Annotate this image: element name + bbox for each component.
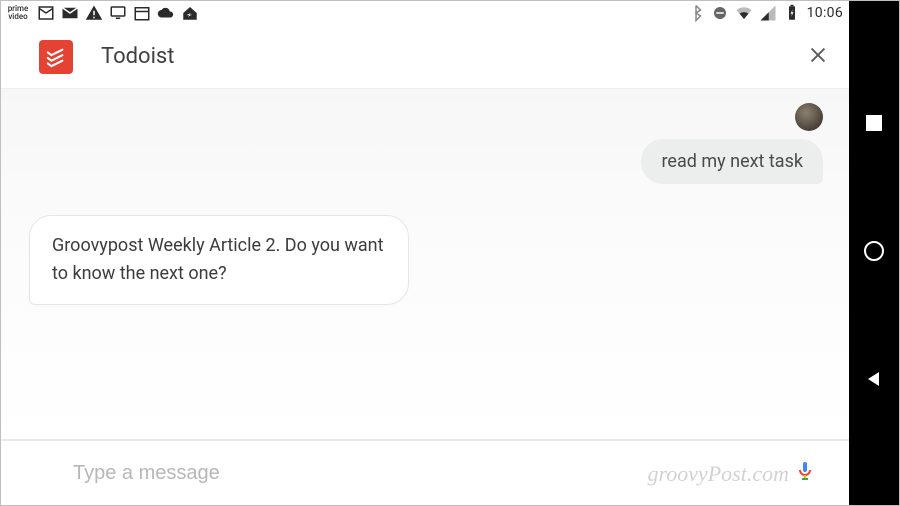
mic-icon bbox=[793, 459, 817, 487]
circle-icon bbox=[863, 240, 885, 266]
warning-icon bbox=[85, 4, 103, 22]
android-status-bar: primevideo 10:06 bbox=[1, 1, 849, 25]
wifi-icon bbox=[735, 4, 753, 22]
input-bar bbox=[1, 439, 849, 505]
back-button[interactable] bbox=[863, 370, 885, 392]
zillow-icon bbox=[181, 4, 199, 22]
status-time: 10:06 bbox=[807, 5, 843, 21]
monitor-icon bbox=[109, 4, 127, 22]
chat-area: read my next task Groovypost Weekly Arti… bbox=[1, 89, 849, 439]
assistant-message-bubble: Groovypost Weekly Article 2. Do you want… bbox=[29, 215, 409, 305]
battery-charging-icon bbox=[783, 4, 801, 22]
user-message-bubble: read my next task bbox=[641, 139, 823, 184]
todoist-app-icon bbox=[39, 40, 73, 74]
mail-icon bbox=[61, 4, 79, 22]
triangle-back-icon bbox=[865, 370, 883, 392]
close-icon bbox=[807, 44, 829, 70]
cellular-icon bbox=[759, 4, 777, 22]
user-avatar bbox=[795, 103, 823, 131]
assistant-title: Todoist bbox=[101, 44, 803, 69]
recent-apps-button[interactable] bbox=[863, 114, 885, 136]
home-button[interactable] bbox=[863, 242, 885, 264]
message-input[interactable] bbox=[73, 462, 789, 485]
do-not-disturb-icon bbox=[711, 4, 729, 22]
prime-video-icon: primevideo bbox=[5, 5, 31, 21]
assistant-header: Todoist bbox=[1, 25, 849, 89]
gmail-icon bbox=[37, 4, 55, 22]
android-nav-bar bbox=[849, 1, 899, 505]
mic-button[interactable] bbox=[789, 457, 821, 489]
square-icon bbox=[865, 114, 883, 136]
bluetooth-icon bbox=[687, 4, 705, 22]
cloud-icon bbox=[157, 4, 175, 22]
close-button[interactable] bbox=[803, 42, 833, 72]
calendar-icon bbox=[133, 4, 151, 22]
